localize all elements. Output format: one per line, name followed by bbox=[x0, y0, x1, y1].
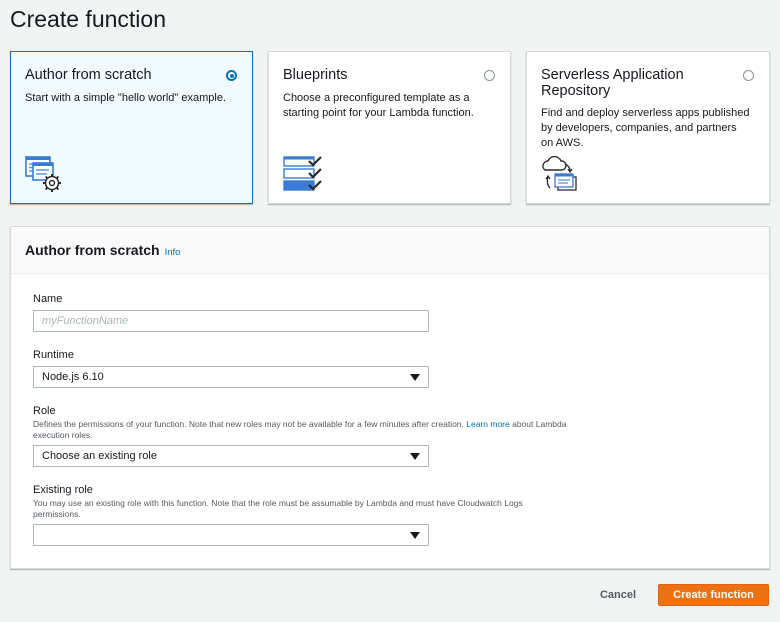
option-serverless-app-repo[interactable]: Serverless Application Repository Find a… bbox=[526, 51, 770, 204]
option-radio[interactable] bbox=[226, 70, 237, 81]
role-description-text: Defines the permissions of your function… bbox=[33, 419, 464, 429]
option-radio[interactable] bbox=[743, 70, 754, 81]
caret-down-icon bbox=[410, 453, 420, 460]
caret-down-icon bbox=[410, 374, 420, 381]
existing-role-select[interactable] bbox=[33, 524, 429, 546]
option-blueprints[interactable]: Blueprints Choose a preconfigured templa… bbox=[268, 51, 511, 204]
option-title: Author from scratch bbox=[25, 67, 152, 83]
learn-more-link[interactable]: Learn more bbox=[466, 419, 509, 429]
cloud-repository-icon bbox=[542, 156, 577, 191]
cancel-button[interactable]: Cancel bbox=[592, 584, 644, 606]
runtime-label: Runtime bbox=[33, 349, 74, 361]
creation-options: Author from scratch Start with a simple … bbox=[10, 51, 770, 204]
option-title: Serverless Application Repository bbox=[541, 67, 684, 99]
panel-title: Author from scratch bbox=[25, 242, 160, 258]
option-author-from-scratch[interactable]: Author from scratch Start with a simple … bbox=[10, 51, 253, 204]
name-label: Name bbox=[33, 293, 63, 305]
role-select[interactable]: Choose an existing role bbox=[33, 445, 429, 467]
author-from-scratch-panel: Author from scratch Info Name Runtime Nod… bbox=[10, 226, 770, 569]
create-function-button[interactable]: Create function bbox=[658, 584, 769, 606]
existing-role-label: Existing role bbox=[33, 484, 93, 496]
option-description: Start with a simple "hello world" exampl… bbox=[25, 92, 227, 104]
code-gear-icon bbox=[25, 156, 61, 192]
option-radio[interactable] bbox=[484, 70, 495, 81]
role-label: Role bbox=[33, 405, 56, 417]
blueprint-checklist-icon bbox=[283, 156, 322, 191]
runtime-value: Node.js 6.10 bbox=[42, 371, 104, 383]
caret-down-icon bbox=[410, 532, 420, 539]
option-title: Blueprints bbox=[283, 67, 348, 83]
runtime-select[interactable]: Node.js 6.10 bbox=[33, 366, 429, 388]
option-description: Choose a preconfigured template as a sta… bbox=[283, 92, 474, 119]
role-value: Choose an existing role bbox=[42, 450, 157, 462]
info-link[interactable]: Info bbox=[165, 247, 181, 258]
existing-role-description: You may use an existing role with this f… bbox=[33, 498, 523, 519]
function-name-input[interactable] bbox=[33, 310, 429, 332]
role-description: Defines the permissions of your function… bbox=[33, 419, 568, 441]
panel-header: Author from scratch Info bbox=[11, 227, 769, 274]
page-title: Create function bbox=[10, 6, 166, 32]
option-description: Find and deploy serverless apps publishe… bbox=[541, 107, 750, 149]
